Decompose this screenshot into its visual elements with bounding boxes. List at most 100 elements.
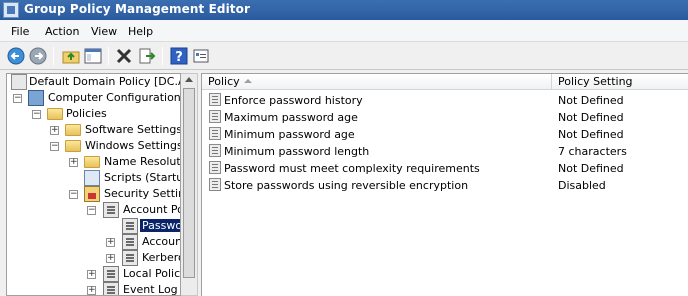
tree-node-name-resolution[interactable]: + Name Resolutio — [7, 154, 181, 170]
column-divider[interactable] — [551, 74, 552, 90]
tree-node-scripts[interactable]: Scripts (Startup — [7, 170, 180, 186]
collapse-icon[interactable]: − — [50, 142, 59, 151]
scroll-up-arrow-icon[interactable] — [185, 77, 193, 82]
scrollbar-thumb[interactable] — [183, 88, 195, 278]
collapse-icon[interactable]: − — [87, 206, 96, 215]
toolbar-separator — [162, 47, 163, 65]
column-header-policy-setting[interactable]: Policy Setting — [558, 75, 633, 88]
expand-icon[interactable]: + — [87, 286, 96, 295]
delete-icon[interactable] — [114, 46, 134, 66]
policy-name: Store passwords using reversible encrypt… — [224, 179, 469, 192]
expand-icon[interactable]: + — [106, 254, 115, 263]
menu-bar: File Action View Help — [0, 20, 688, 42]
tree-node-software-settings[interactable]: + Software Settings — [7, 122, 181, 138]
table-row[interactable]: Minimum password length 7 characters — [202, 143, 688, 160]
table-row[interactable]: Maximum password age Not Defined — [202, 109, 688, 126]
policy-value: Not Defined — [558, 111, 624, 124]
tree-node-label: Default Domain Policy [DC.ARE/ — [29, 75, 180, 88]
console-tree: Default Domain Policy [DC.ARE/ − Compute… — [6, 73, 181, 296]
folder-icon — [84, 156, 100, 168]
tree-node-label: Policies — [66, 107, 107, 120]
properties-icon[interactable] — [191, 46, 211, 66]
tree-node-label: Account — [142, 235, 180, 248]
policy-name: Minimum password length — [224, 145, 370, 158]
tree-node-account-policies[interactable]: − Account Pol — [7, 202, 180, 218]
tree-node-local-policies[interactable]: + Local Policie — [7, 266, 180, 282]
menu-help[interactable]: Help — [128, 25, 153, 38]
tree-node-label: Name Resolutio — [104, 155, 181, 168]
column-header-policy[interactable]: Policy — [208, 75, 240, 88]
policy-setting-icon — [209, 161, 221, 174]
expand-icon[interactable]: + — [106, 238, 115, 247]
scripts-icon — [84, 170, 100, 186]
computer-icon — [28, 90, 44, 106]
tree-node-label: Windows Settings — [85, 139, 181, 152]
expand-icon[interactable]: + — [50, 126, 59, 135]
collapse-icon[interactable]: − — [13, 94, 22, 103]
tree-node-label: Event Log — [123, 283, 178, 296]
tree-node-password-policy[interactable]: Passwo — [7, 218, 180, 234]
policy-setting-icon — [209, 93, 221, 106]
tree-node-label: Security Setting — [104, 187, 180, 200]
details-pane: Policy Policy Setting Enforce password h… — [201, 73, 688, 296]
show-hide-console-tree-icon[interactable] — [83, 46, 103, 66]
tree-node-computer-configuration[interactable]: − Computer Configuration — [7, 90, 181, 106]
export-list-icon[interactable] — [137, 46, 157, 66]
policy-value: Not Defined — [558, 162, 624, 175]
policy-icon — [103, 202, 119, 218]
policy-setting-icon — [209, 144, 221, 157]
back-arrow-icon[interactable] — [6, 46, 26, 66]
policy-value: Disabled — [558, 179, 606, 192]
policy-name: Minimum password age — [224, 128, 355, 141]
policy-name: Maximum password age — [224, 111, 358, 124]
tree-node-policies[interactable]: − Policies — [7, 106, 180, 122]
tree-node-windows-settings[interactable]: − Windows Settings — [7, 138, 181, 154]
folder-icon — [65, 124, 81, 136]
collapse-icon[interactable]: − — [69, 190, 78, 199]
toolbar-separator — [53, 47, 54, 65]
forward-arrow-icon[interactable] — [28, 46, 48, 66]
collapse-icon[interactable]: − — [32, 110, 41, 119]
tree-node-label: Computer Configuration — [48, 91, 181, 104]
security-settings-icon — [84, 186, 100, 202]
tree-node-security-settings[interactable]: − Security Setting — [7, 186, 180, 202]
folder-icon — [65, 140, 81, 152]
policy-icon — [122, 218, 138, 234]
folder-icon — [47, 108, 63, 120]
tree-node-account-lockout-policy[interactable]: + Account — [7, 234, 180, 250]
policy-icon — [103, 266, 119, 282]
tree-node-label: Software Settings — [85, 123, 181, 136]
policy-setting-icon — [209, 127, 221, 140]
domain-policy-icon — [11, 74, 27, 90]
tree-node-label: Kerbero — [142, 251, 181, 264]
menu-view[interactable]: View — [91, 25, 117, 38]
tree-vertical-scrollbar[interactable] — [181, 73, 198, 296]
tree-node-kerberos-policy[interactable]: + Kerbero — [7, 250, 181, 266]
policy-name: Password must meet complexity requiremen… — [224, 162, 480, 175]
table-row[interactable]: Enforce password history Not Defined — [202, 92, 688, 109]
gpo-editor-app-icon — [3, 2, 19, 18]
expand-icon[interactable]: + — [69, 158, 78, 167]
svg-text:?: ? — [175, 50, 183, 65]
title-bar: Group Policy Management Editor — [0, 0, 688, 20]
tree-node-label: Passwo — [140, 219, 180, 232]
tree-node-event-log[interactable]: + Event Log — [7, 282, 180, 296]
policy-value: 7 characters — [558, 145, 627, 158]
policy-icon — [122, 234, 138, 250]
expand-icon[interactable]: + — [87, 270, 96, 279]
table-row[interactable]: Password must meet complexity requiremen… — [202, 160, 688, 177]
table-row[interactable]: Minimum password age Not Defined — [202, 126, 688, 143]
toolbar: ? — [0, 42, 688, 70]
help-icon[interactable]: ? — [169, 46, 189, 66]
policy-value: Not Defined — [558, 128, 624, 141]
menu-file[interactable]: File — [11, 25, 29, 38]
tree-node-default-domain-policy[interactable]: Default Domain Policy [DC.ARE/ — [7, 74, 180, 90]
policy-value: Not Defined — [558, 94, 624, 107]
table-row[interactable]: Store passwords using reversible encrypt… — [202, 177, 688, 194]
up-folder-icon[interactable] — [61, 46, 81, 66]
policy-setting-icon — [209, 178, 221, 191]
menu-action[interactable]: Action — [45, 25, 79, 38]
tree-node-label: Scripts (Startup — [104, 171, 180, 184]
toolbar-separator — [108, 47, 109, 65]
sort-ascending-icon — [244, 79, 252, 83]
